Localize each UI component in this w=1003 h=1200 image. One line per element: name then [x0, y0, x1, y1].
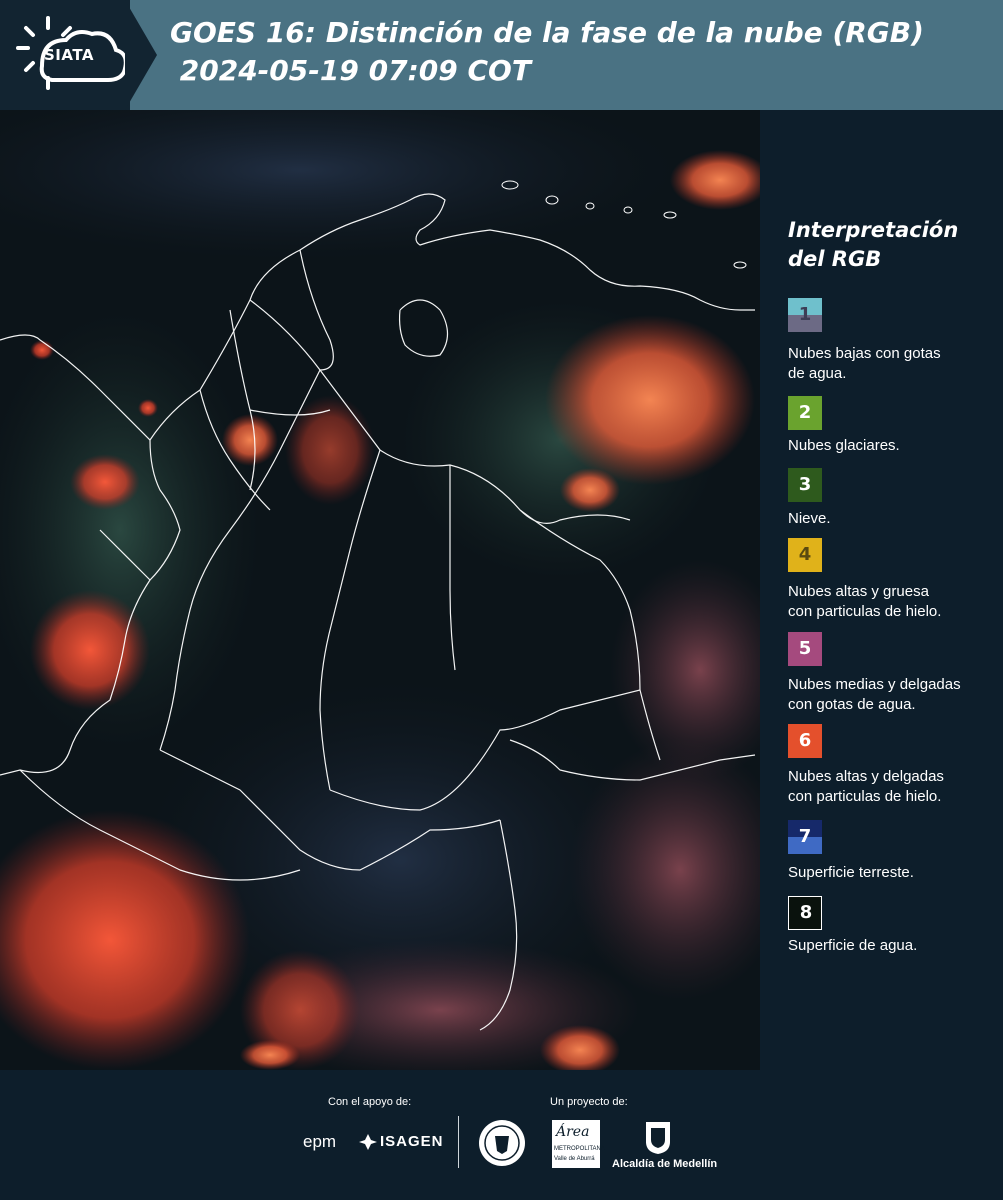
legend-swatch-2: 2: [788, 396, 822, 430]
legend-swatch-1: 1: [788, 298, 822, 332]
logo-block: SIATA: [0, 0, 130, 110]
legend-title-line-1: Interpretación: [788, 218, 959, 242]
legend-label-line: Nieve.: [788, 510, 831, 527]
support-label: Con el apoyo de:: [328, 1096, 412, 1108]
legend-label-5: Nubes medias y delgadas con gotas de agu…: [788, 675, 998, 715]
legend-label-line: Nubes glaciares.: [788, 437, 900, 454]
legend-label-line: Nubes altas y gruesa: [788, 583, 929, 600]
legend-swatch-7: 7: [788, 820, 822, 854]
page-title: GOES 16: Distinción de la fase de la nub…: [170, 14, 924, 90]
project-label: Un proyecto de:: [550, 1096, 628, 1108]
legend-label-line: Superficie de agua.: [788, 937, 918, 954]
legend-swatch-4: 4: [788, 538, 822, 572]
area-logo-line-3: Valle de Aburrá: [554, 1156, 595, 1162]
legend-swatch-8: 8: [788, 896, 822, 930]
legend-label-line: Nubes bajas con gotas: [788, 345, 941, 362]
title-line-2: 2024-05-19 07:09 COT: [170, 54, 531, 87]
logo-text: SIATA: [44, 46, 95, 64]
satellite-image: [0, 110, 760, 1070]
swatch-number: 6: [798, 730, 812, 751]
swatch-number: 1: [798, 304, 812, 325]
legend-label-6: Nubes altas y delgadas con particulas de…: [788, 767, 998, 807]
legend-label-3: Nieve.: [788, 509, 998, 529]
legend-swatch-3: 3: [788, 468, 822, 502]
legend-label-1: Nubes bajas con gotas de agua.: [788, 344, 998, 384]
header: SIATA GOES 16: Distinción de la fase de …: [0, 0, 1003, 110]
swatch-number: 7: [798, 826, 812, 847]
area-logo-main: Área: [556, 1124, 590, 1140]
legend-label-line: con particulas de hielo.: [788, 603, 942, 620]
title-line-1: GOES 16: Distinción de la fase de la nub…: [170, 16, 924, 49]
swatch-number: 2: [798, 402, 812, 423]
legend-label-line: con gotas de agua.: [788, 696, 916, 713]
legend-swatch-6: 6: [788, 724, 822, 758]
isagen-logo: ISAGEN: [380, 1133, 444, 1150]
satellite-map: [0, 110, 760, 1070]
swatch-number: 3: [798, 474, 812, 495]
area-logo-line-2: METROPOLITANA: [554, 1146, 605, 1152]
legend-label-2: Nubes glaciares.: [788, 436, 998, 456]
coat-of-arms-icon: [646, 1122, 670, 1154]
footer-divider: [458, 1116, 459, 1168]
footer: Con el apoyo de: Un proyecto de: epm ISA…: [0, 1070, 1003, 1200]
legend-label-line: Superficie terreste.: [788, 864, 914, 881]
epm-logo: epm: [303, 1132, 337, 1151]
legend-title-line-2: del RGB: [788, 247, 882, 271]
alcaldia-label: Alcaldía de Medellín: [612, 1158, 718, 1170]
legend-label-line: Nubes altas y delgadas: [788, 768, 944, 785]
legend-title: Interpretación del RGB: [788, 216, 958, 274]
swatch-number: 4: [798, 544, 812, 565]
swatch-number: 8: [799, 902, 813, 923]
area-metropolitana-logo: Área METROPOLITANA Valle de Aburrá: [552, 1120, 605, 1168]
swatch-number: 5: [798, 638, 812, 659]
legend-label-4: Nubes altas y gruesa con particulas de h…: [788, 582, 998, 622]
legend-label-line: con particulas de hielo.: [788, 788, 942, 805]
legend-swatch-5: 5: [788, 632, 822, 666]
logo-arrow: [125, 0, 157, 110]
legend-panel: Interpretación del RGB 1 Nubes bajas con…: [760, 110, 1003, 1070]
legend-label-line: de agua.: [788, 365, 847, 382]
legend-label-8: Superficie de agua.: [788, 936, 998, 956]
isagen-icon: [359, 1134, 377, 1150]
seal-icon: [479, 1120, 525, 1166]
legend-label-7: Superficie terreste.: [788, 863, 998, 883]
legend-label-line: Nubes medias y delgadas: [788, 676, 961, 693]
